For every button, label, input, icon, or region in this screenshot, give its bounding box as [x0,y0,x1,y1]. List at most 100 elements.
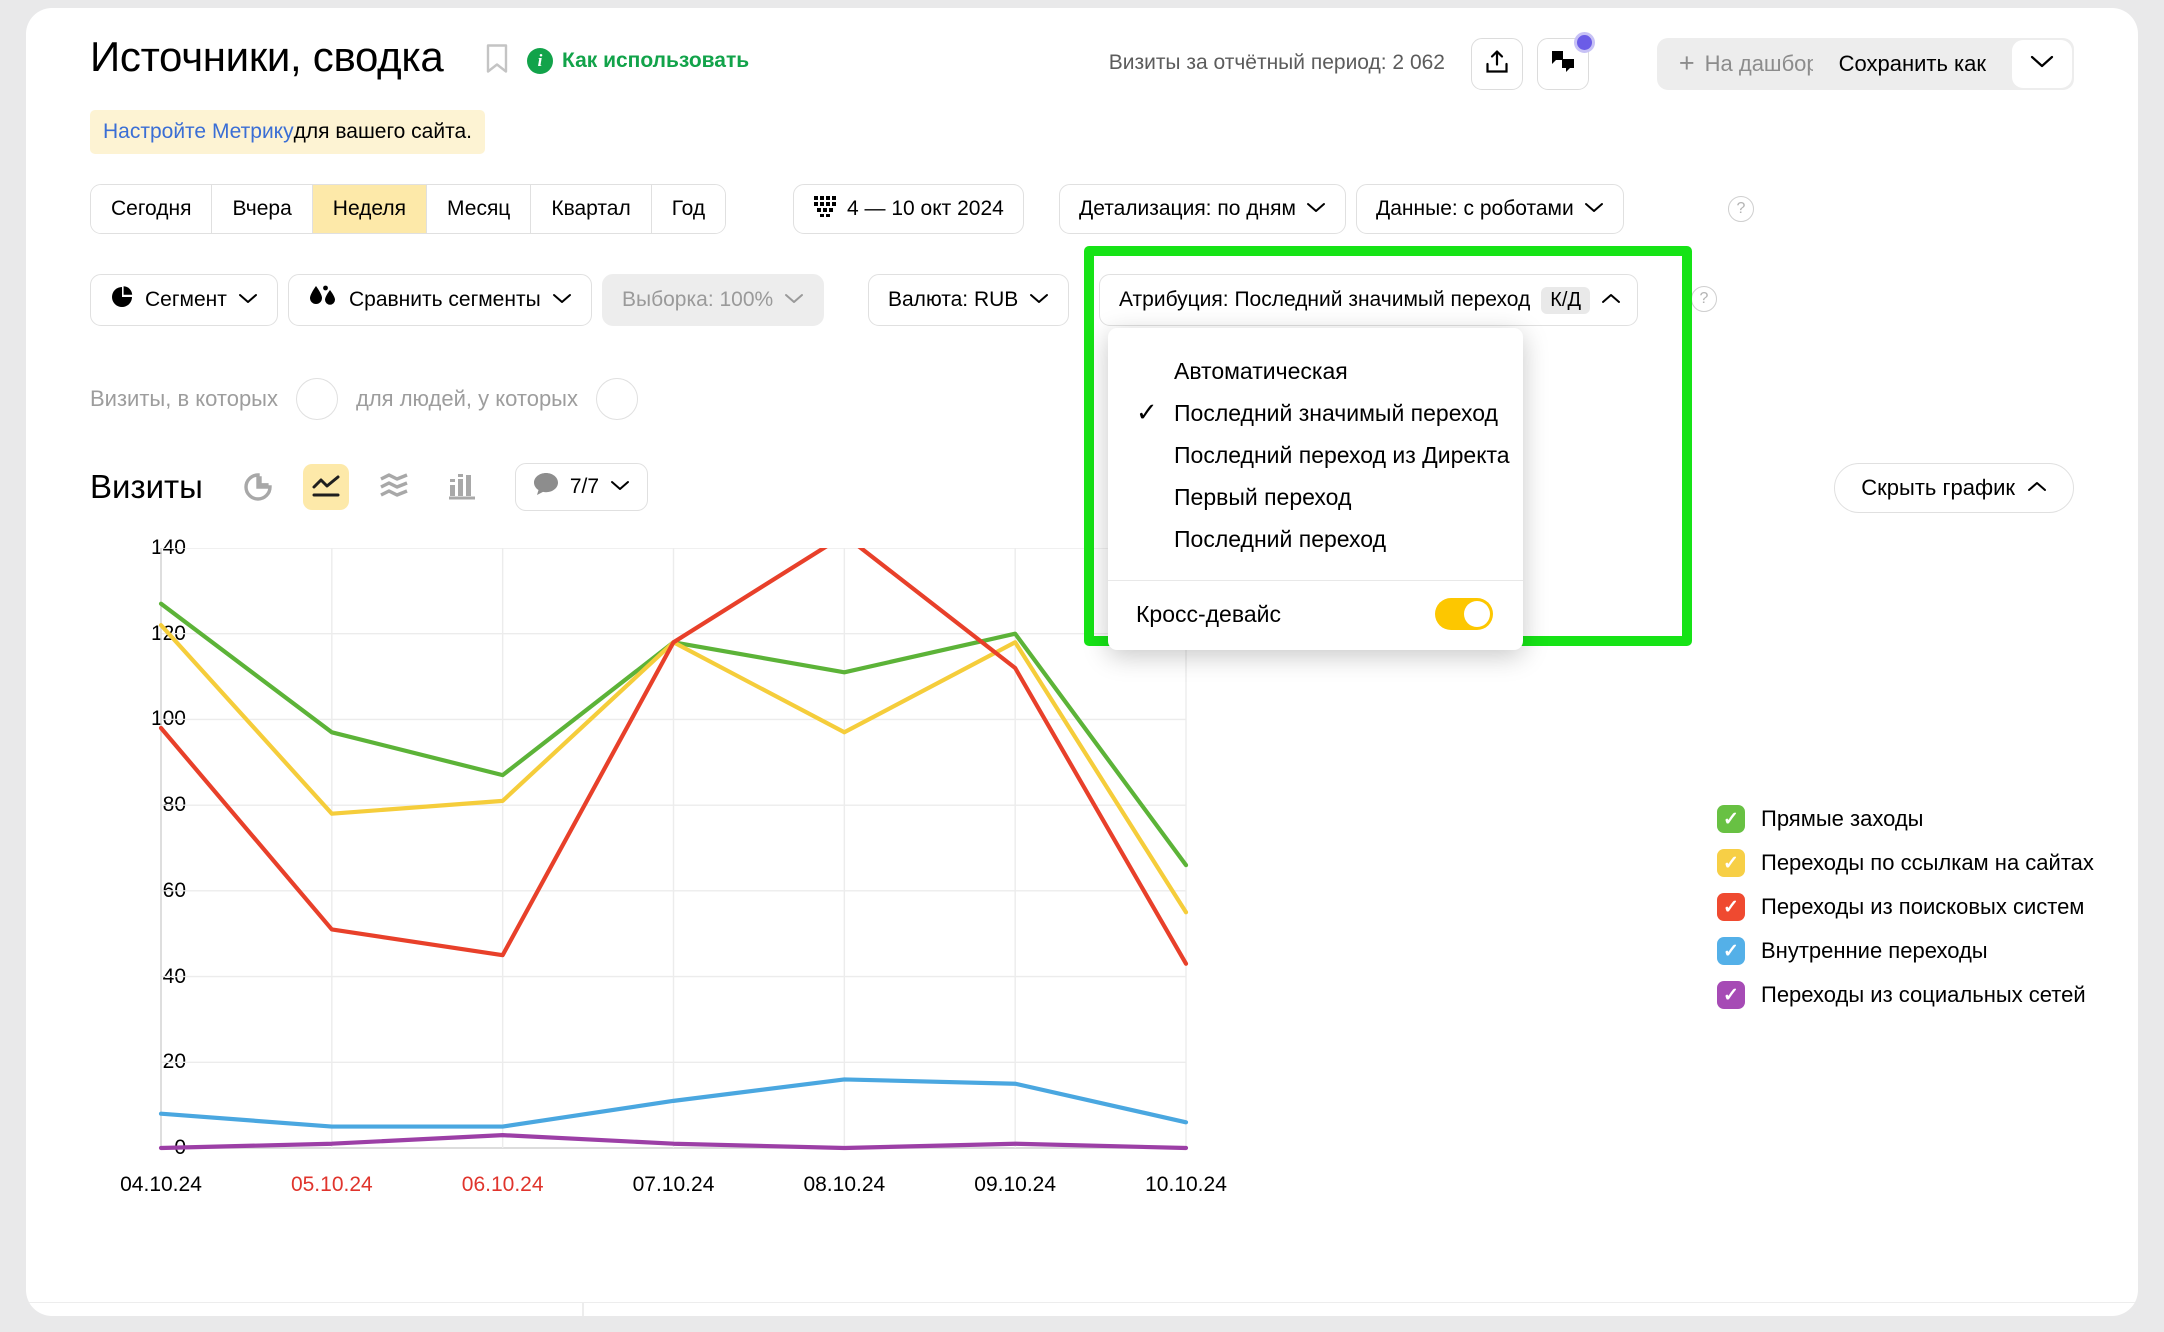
x-axis-label: 06.10.24 [461,1173,544,1196]
pie-chart-icon [110,285,134,315]
visits-in-circle[interactable] [296,378,338,420]
legend-label: Переходы из поисковых систем [1761,894,2085,919]
legend-item[interactable]: ✓ Внутренние переходы [1717,929,2094,973]
legend-checkbox[interactable]: ✓ [1717,937,1745,965]
detail-level-button[interactable]: Детализация: по дням [1059,184,1346,234]
period-tab-month[interactable]: Месяц [427,185,532,233]
attribution-option-label: Первый переход [1174,483,1352,510]
save-as-caret-button[interactable] [2012,40,2072,88]
chevron-down-icon [1584,199,1604,219]
info-icon: i [527,48,553,74]
attribution-option-label: Последний переход из Директа [1174,441,1510,468]
chevron-up-icon [2027,478,2047,498]
hide-chart-label: Скрыть график [1861,475,2015,500]
attribution-button[interactable]: Атрибуция: Последний значимый переход К/… [1099,274,1638,326]
cross-device-toggle[interactable] [1435,598,1493,630]
export-icon [1484,49,1510,80]
attribution-option-label: Последний значимый переход [1174,399,1498,426]
attribution-option[interactable]: Автоматическая [1108,350,1523,392]
x-axis-label: 09.10.24 [974,1173,1057,1196]
x-axis-label: 08.10.24 [803,1173,886,1196]
area-view-icon[interactable] [371,464,417,510]
chevron-down-icon [1306,199,1326,219]
chevron-down-icon [610,477,630,497]
legend-checkbox[interactable]: ✓ [1717,805,1745,833]
save-as-group: Сохранить как [1812,38,2074,90]
legend-item[interactable]: ✓ Переходы по ссылкам на сайтах [1717,841,2094,885]
chart-toolbar: Визиты 7/7 [90,463,649,511]
period-tab-week[interactable]: Неделя [312,185,428,233]
notification-dot [1574,32,1595,53]
export-button[interactable] [1471,38,1523,90]
x-axis-label: 05.10.24 [290,1173,373,1196]
help-icon-row1[interactable]: ? [1728,196,1754,222]
attribution-dropdown: Автоматическая ✓ Последний значимый перехо… [1108,328,1523,650]
setup-metrika-link[interactable]: Настройте Метрику [103,120,294,144]
bottom-divider [26,1302,2138,1316]
setup-notice: Настройте Метрику для вашего сайта. [90,110,485,154]
chevron-down-icon [238,290,258,310]
toggle-knob [1464,601,1490,627]
segment-button[interactable]: Сегмент [90,274,278,326]
data-robots-label: Данные: с роботами [1376,197,1574,220]
compare-segments-label: Сравнить сегменты [349,288,541,311]
compare-segments-button[interactable]: Сравнить сегменты [288,274,592,326]
feedback-button[interactable] [1537,32,1595,90]
save-as-button[interactable]: Сохранить как [1813,38,2010,90]
attribution-option[interactable]: Последний переход [1108,518,1523,560]
report-page: Источники, сводка i Как использовать Виз… [26,8,2138,1316]
chevron-down-icon [1029,290,1049,310]
legend-checkbox[interactable]: ✓ [1717,981,1745,1009]
currency-button[interactable]: Валюта: RUB [868,274,1070,326]
hide-chart-button[interactable]: Скрыть график [1834,463,2074,513]
comments-button[interactable]: 7/7 [514,463,649,511]
date-range-label: 4 — 10 окт 2024 [847,197,1004,220]
legend-label: Прямые заходы [1761,806,1924,831]
period-tab-quarter[interactable]: Квартал [531,185,652,233]
legend-item[interactable]: ✓ Переходы из социальных сетей [1717,973,2094,1017]
line-view-icon[interactable] [302,464,349,510]
visits-in-label: Визиты, в которых [90,386,278,411]
legend-label: Переходы по ссылкам на сайтах [1761,850,2094,875]
period-tab-today[interactable]: Сегодня [91,185,213,233]
chart-legend: ✓ Прямые заходы ✓ Переходы по ссылкам на са… [1717,797,2094,1017]
legend-checkbox[interactable]: ✓ [1717,893,1745,921]
period-tab-group: Сегодня Вчера Неделя Месяц Квартал Год [90,184,727,234]
cross-device-row[interactable]: Кросс-девайс [1108,581,1523,650]
attribution-option-label: Последний переход [1174,525,1387,552]
attribution-label: Атрибуция: Последний значимый переход [1119,288,1531,311]
people-with-circle[interactable] [596,378,638,420]
plus-icon: + [1678,47,1695,78]
cross-device-label: Кросс-девайс [1136,600,1281,627]
visits-condition-row: Визиты, в которых для людей, у которых [90,378,638,420]
legend-label: Переходы из социальных сетей [1761,982,2086,1007]
attribution-kd-chip[interactable]: К/Д [1541,286,1590,314]
detail-level-label: Детализация: по дням [1079,197,1296,220]
segment-label: Сегмент [145,288,227,311]
data-robots-button[interactable]: Данные: с роботами [1356,184,1624,234]
bar-view-icon[interactable] [439,464,485,510]
attribution-option[interactable]: Первый переход [1108,476,1523,518]
x-axis-label: 04.10.24 [120,1173,202,1196]
currency-label: Валюта: RUB [888,288,1019,311]
period-tab-year[interactable]: Год [651,185,726,233]
how-to-use-link[interactable]: i Как использовать [527,48,749,74]
attribution-option[interactable]: Последний переход из Директа [1108,434,1523,476]
people-with-label: для людей, у которых [356,386,578,411]
check-icon: ✓ [1136,397,1158,427]
legend-checkbox[interactable]: ✓ [1717,849,1745,877]
sample-label: Выборка: 100% [622,288,774,311]
pie-view-icon[interactable] [235,464,281,510]
date-range-button[interactable]: 4 — 10 окт 2024 [793,184,1024,234]
bookmark-icon[interactable] [486,44,508,74]
chevron-down-icon [552,290,572,310]
legend-item[interactable]: ✓ Прямые заходы [1717,797,2094,841]
period-tab-yesterday[interactable]: Вчера [212,185,313,233]
comment-icon [533,472,559,502]
sample-button[interactable]: Выборка: 100% [602,274,825,326]
legend-item[interactable]: ✓ Переходы из поисковых систем [1717,885,2094,929]
help-icon-row2[interactable]: ? [1691,286,1717,312]
x-axis-label: 10.10.24 [1145,1173,1227,1196]
page-title: Источники, сводка [90,33,444,80]
attribution-option[interactable]: ✓ Последний значимый переход [1108,392,1523,434]
